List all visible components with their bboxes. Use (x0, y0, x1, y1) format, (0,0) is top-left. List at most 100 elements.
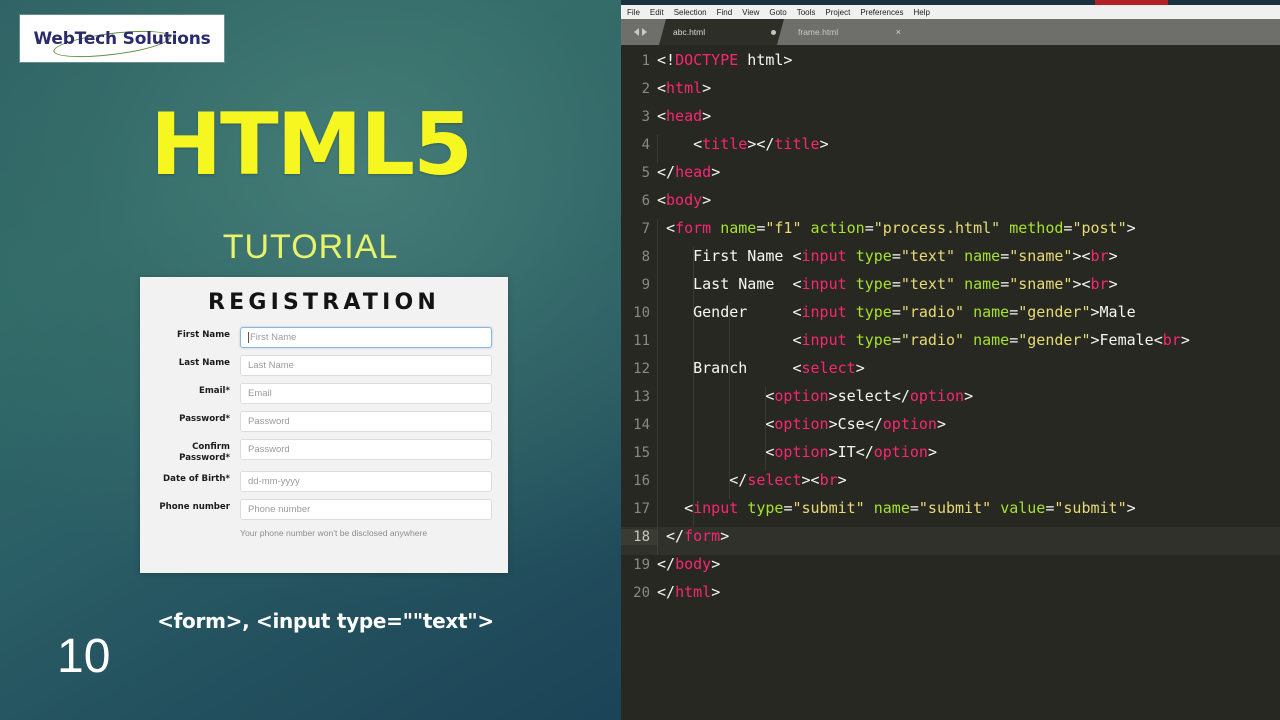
text-input[interactable]: Password (240, 439, 492, 460)
indent-guide (693, 387, 694, 415)
code-line-text: <title></title> (657, 135, 1280, 153)
code-token-val: "sname" (1009, 247, 1073, 265)
menu-item-view[interactable]: View (742, 8, 759, 17)
code-line[interactable]: 19 </body> (621, 555, 1280, 583)
line-number: 8 (641, 249, 650, 265)
code-line-text: </head> (657, 163, 1280, 181)
menu-item-file[interactable]: File (627, 8, 640, 17)
menu-item-preferences[interactable]: Preferences (860, 8, 903, 17)
indent-guide (657, 415, 658, 443)
menu-bar[interactable]: File Edit Selection Find View Goto Tools Projec… (621, 5, 1280, 19)
code-token-punc: > (927, 443, 937, 461)
code-line[interactable]: 8 First Name <input type="text" name="sn… (621, 247, 1280, 275)
code-line[interactable]: 4 <title></title> (621, 135, 1280, 163)
code-line[interactable]: 3 <head> (621, 107, 1280, 135)
form-row: First Name First Name (148, 327, 500, 348)
code-token-punc: > (819, 135, 829, 153)
registration-fields: First Name First Name Last Name Last Name Em… (148, 327, 500, 520)
code-line[interactable]: 11 <input type="radio" name="gender">Fem… (621, 331, 1280, 359)
code-line[interactable]: 12 Branch <select> (621, 359, 1280, 387)
close-icon[interactable]: × (896, 27, 901, 37)
code-line[interactable]: 14 <option>Cse</option> (621, 415, 1280, 443)
indent-guide (729, 331, 730, 359)
code-token-val: "gender" (1018, 303, 1091, 321)
text-input[interactable]: dd-mm-yyyy (240, 471, 492, 492)
input-placeholder: Password (248, 444, 290, 455)
code-line[interactable]: 9 Last Name <input type="text" name="sna… (621, 275, 1280, 303)
code-token-punc: > (1126, 499, 1136, 517)
menu-item-help[interactable]: Help (913, 8, 929, 17)
indent-guide (657, 471, 658, 499)
code-token-tagu: form (675, 219, 712, 237)
code-token-punc: > (964, 387, 974, 405)
registration-heading: REGISTRATION (207, 290, 441, 315)
code-content[interactable]: 1 <!DOCTYPE html> 2 <html> 3 <head> 4 <title><… (621, 45, 1280, 720)
code-token-tag: option (873, 443, 928, 461)
menu-item-project[interactable]: Project (825, 8, 850, 17)
code-token-punc: < (792, 275, 802, 293)
menu-item-tools[interactable]: Tools (797, 8, 816, 17)
logo: WebTech Solutions (20, 15, 224, 62)
code-line[interactable]: 10 Gender <input type="radio" name="gend… (621, 303, 1280, 331)
code-token-punc: = (891, 303, 901, 321)
code-token-punc: < (792, 303, 802, 321)
code-token-text: Cse (837, 415, 865, 433)
code-line[interactable]: 16 </select><br> (621, 471, 1280, 499)
code-token-punc: = (891, 247, 901, 265)
menu-item-find[interactable]: Find (717, 8, 733, 17)
code-token-val: "text" (900, 275, 956, 293)
menu-item-selection[interactable]: Selection (674, 8, 707, 17)
modified-dot-icon[interactable] (771, 30, 776, 35)
tab-nav-arrows[interactable] (621, 19, 659, 45)
code-line[interactable]: 7 <form name="f1" action="process.html" … (621, 219, 1280, 247)
indent-guide (693, 247, 694, 275)
code-line[interactable]: 2 <html> (621, 79, 1280, 107)
code-line[interactable]: 17 <input type="submit" name="submit" va… (621, 499, 1280, 527)
tab-title: frame.html (798, 27, 839, 37)
text-input[interactable]: Last Name (240, 355, 492, 376)
code-line[interactable]: 18 </form> (621, 527, 1280, 555)
code-line[interactable]: 15 <option>IT</option> (621, 443, 1280, 471)
code-token-text: IT (837, 443, 856, 461)
text-input[interactable]: Password (240, 411, 492, 432)
code-line[interactable]: 6 <body> (621, 191, 1280, 219)
input-placeholder: Last Name (248, 360, 294, 371)
line-number: 1 (641, 53, 650, 69)
code-line[interactable]: 5 </head> (621, 163, 1280, 191)
text-input[interactable]: First Name (240, 327, 492, 348)
code-line[interactable]: 20 </html> (621, 583, 1280, 611)
text-input[interactable]: Phone number (240, 499, 492, 520)
line-number: 9 (641, 277, 650, 293)
indent-guide (729, 387, 730, 415)
code-token-tag: br (1090, 247, 1109, 265)
menu-item-edit[interactable]: Edit (650, 8, 664, 17)
code-token-punc: </ (657, 163, 676, 181)
code-line[interactable]: 13 <option>select</option> (621, 387, 1280, 415)
code-token-attr: type (855, 331, 892, 349)
code-token-text: Gender (657, 303, 793, 321)
code-token-tagu: form (684, 527, 721, 545)
tab-title: abc.html (673, 27, 706, 37)
field-label: Date of Birth* (163, 474, 230, 484)
editor-tab[interactable]: abc.html (659, 19, 784, 45)
form-row: Password* Password (148, 411, 500, 432)
code-token-punc: > (936, 415, 946, 433)
code-line[interactable]: 1 <!DOCTYPE html> (621, 51, 1280, 79)
arrow-right-icon[interactable] (641, 28, 647, 36)
indent-guide (657, 499, 658, 527)
editor-tab[interactable]: frame.html × (784, 19, 909, 45)
code-token-punc: > (702, 79, 712, 97)
line-number: 2 (641, 81, 650, 97)
line-number: 18 (621, 529, 657, 545)
code-token-attr: name (973, 331, 1010, 349)
code-line-text: Last Name <input type="text" name="sname… (657, 275, 1280, 293)
code-editor-window: File Edit Selection Find View Goto Tools Projec… (621, 0, 1280, 720)
code-token-punc: < (1153, 331, 1163, 349)
menu-item-goto[interactable]: Goto (769, 8, 786, 17)
arrow-left-icon[interactable] (633, 28, 639, 36)
text-input[interactable]: Email (240, 383, 492, 404)
code-line-text: </form> (657, 527, 1280, 545)
